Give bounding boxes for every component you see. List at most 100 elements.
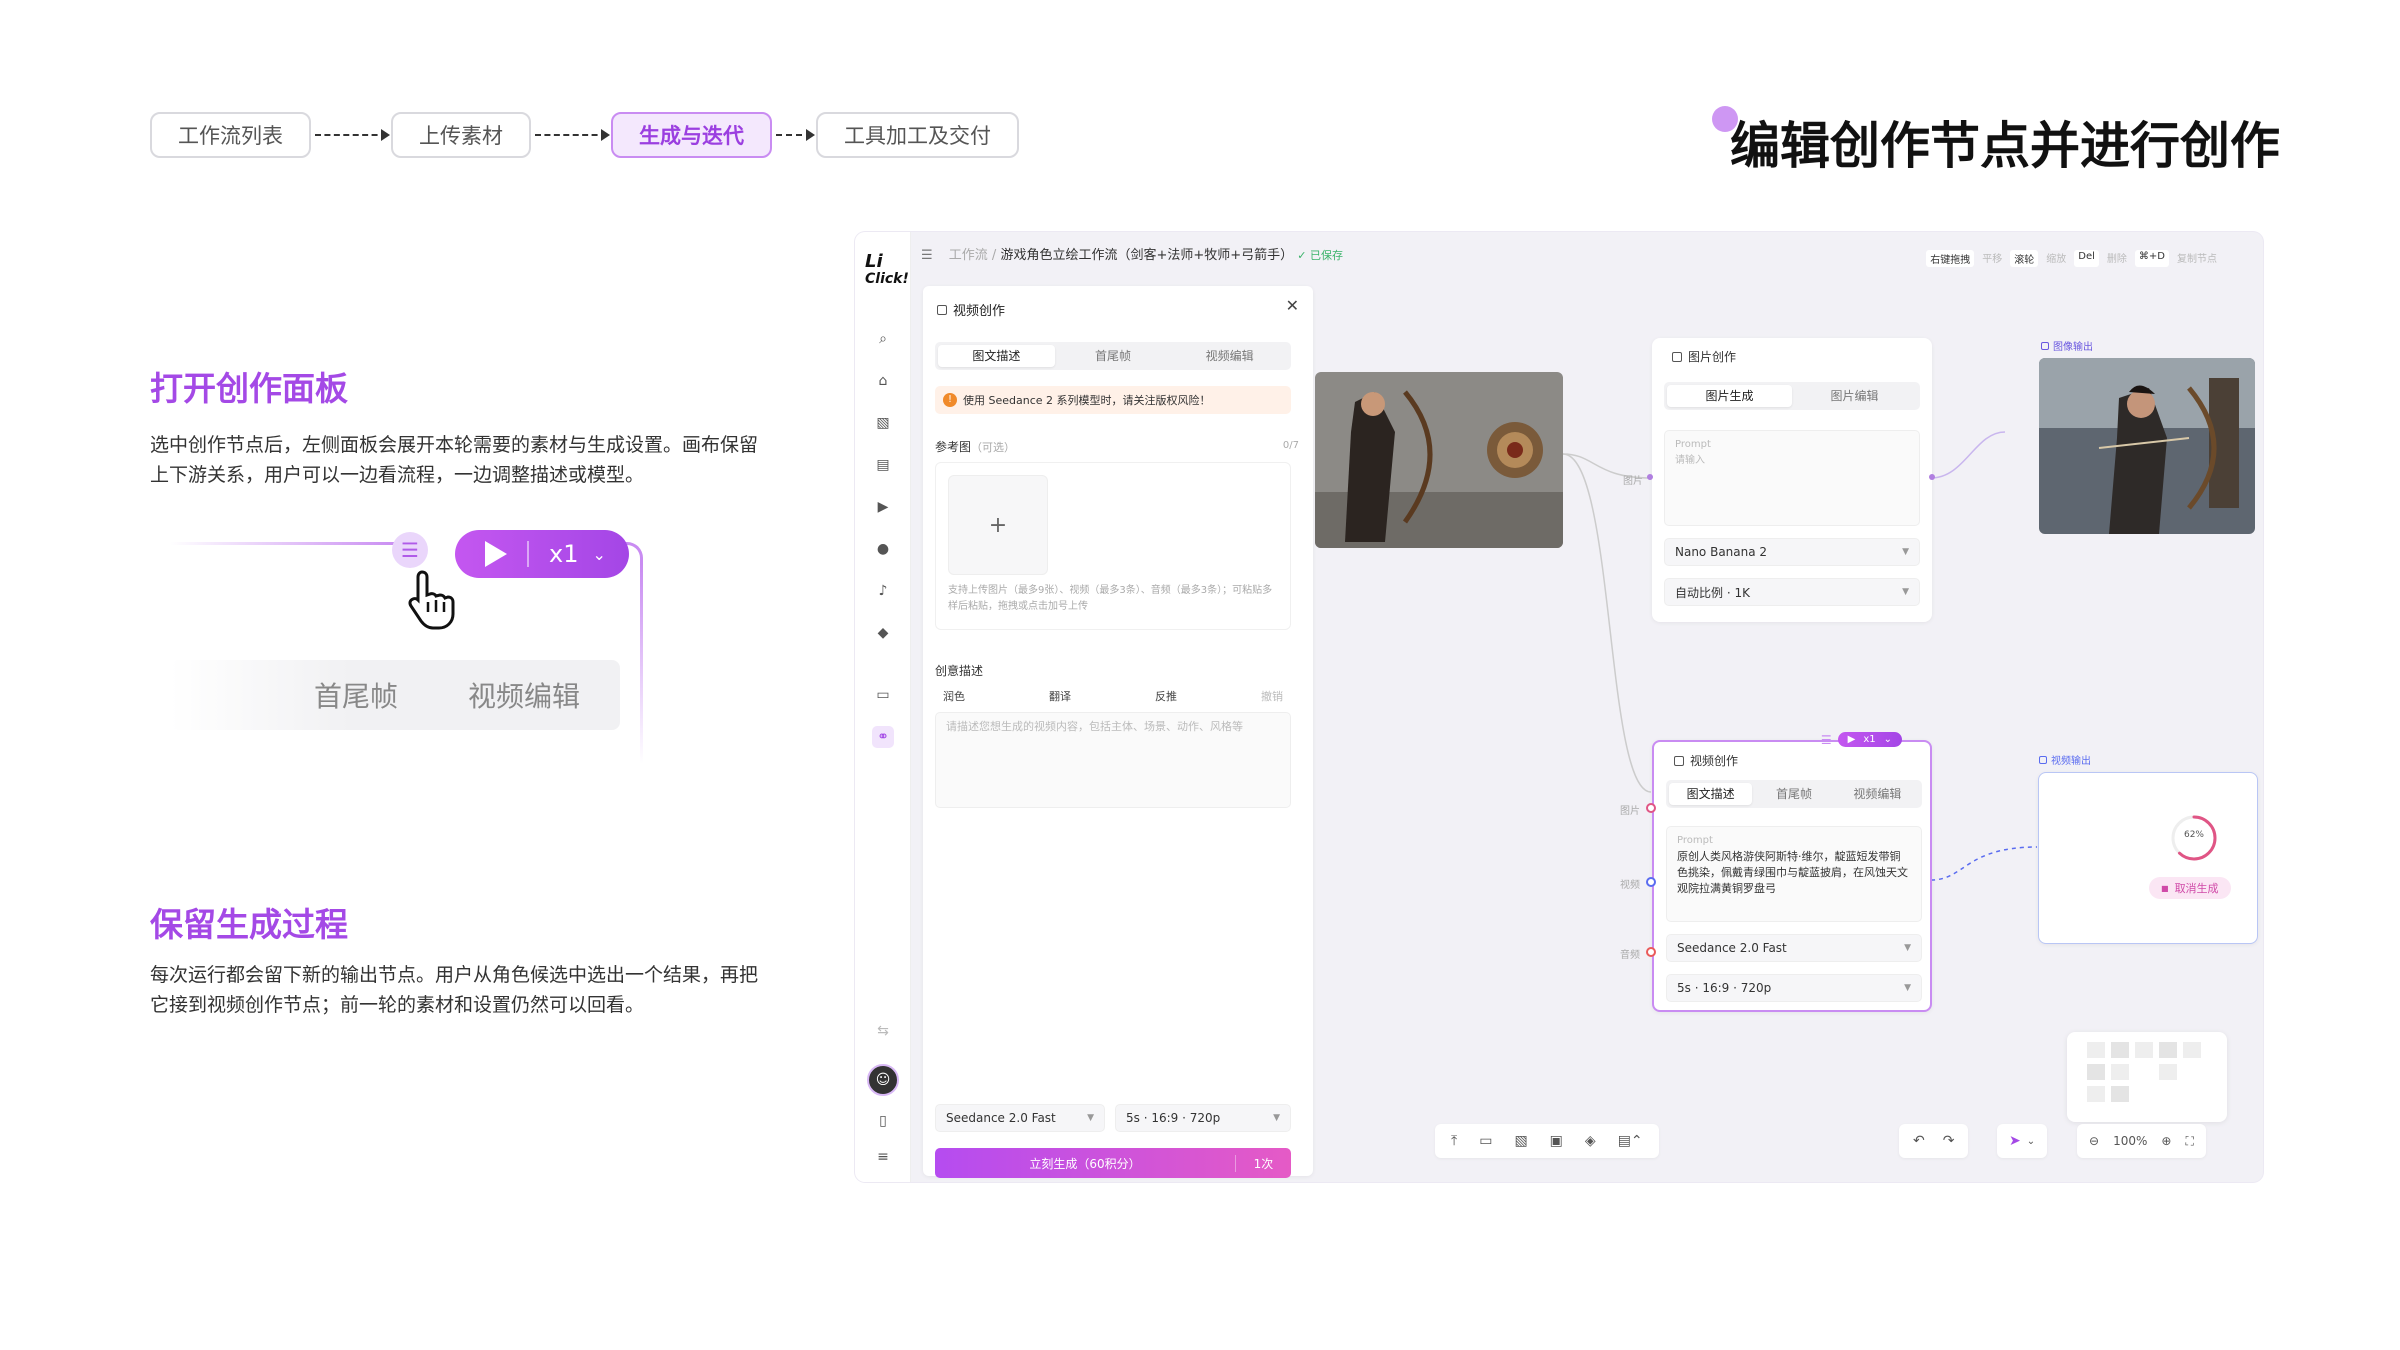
section-body-keep-process: 每次运行都会留下新的输出节点。用户从角色候选中选出一个结果，再把它接到视频创作节… [150,964,759,1016]
image-model-value: Nano Banana 2 [1675,545,1768,559]
demo-tabs: 首尾帧 视频编辑 [170,660,620,730]
cancel-generate-button[interactable]: ■ 取消生成 [2149,877,2231,899]
step-arrow [535,129,610,141]
image-output-icon [2041,341,2049,350]
step-workflow-list[interactable]: 工作流列表 [150,112,311,158]
fit-screen-icon[interactable]: ⛶ [2185,1134,2193,1149]
image-ratio-select[interactable]: 自动比例 · 1K ▼ [1664,578,1920,606]
demo-run-pill[interactable]: x1 ⌄ [455,530,629,578]
folder-icon[interactable]: ▭ [1479,1133,1492,1149]
pointer-toolbar: ➤ ⌄ [1997,1124,2048,1158]
zoom-level[interactable]: 100% [2113,1134,2147,1148]
video-model-value: Seedance 2.0 Fast [1677,941,1787,955]
page-title: 编辑创作节点并进行创作 [1730,117,2280,175]
demo-connector [170,542,400,545]
output-character-image[interactable] [2039,358,2255,534]
video-spec-select[interactable]: 5s · 16:9 · 720p ▼ [1666,974,1922,1002]
tab-text-desc[interactable]: 图文描述 [1669,783,1753,805]
input-character-image[interactable] [1315,372,1563,548]
image-node-add-icon[interactable]: ▧ [1514,1133,1527,1149]
video-output-header: 视频输出 [2039,752,2091,767]
workflow-stepper: 工作流列表 上传素材 生成与迭代 工具加工及交付 [150,112,1019,158]
node-title: 图片创作 [1688,350,1737,364]
input-port[interactable] [1647,474,1653,480]
step-arrow [776,129,815,141]
step-generate[interactable]: 生成与迭代 [611,112,772,158]
image-model-select[interactable]: Nano Banana 2 ▼ [1664,538,1920,566]
node-run-controls: ☰ ▶ x1 ⌄ [1821,732,1902,747]
port-label-video: 视频 [1620,880,1640,891]
undo-icon[interactable]: ↶ [1913,1133,1925,1149]
node-header: 图片创作 [1672,348,1736,365]
tab-image-edit[interactable]: 图片编辑 [1792,385,1917,407]
video-model-select[interactable]: Seedance 2.0 Fast ▼ [1666,934,1922,962]
chevron-down-icon: ▼ [1902,587,1909,597]
run-count: x1 [1863,734,1876,745]
section-title-keep-process: 保留生成过程 [150,905,348,944]
more-tools-icon[interactable]: ▤⌃ [1618,1133,1643,1149]
prompt-label: Prompt [1675,439,1711,450]
video-output-label: 视频输出 [2051,756,2091,767]
zoom-out-icon[interactable]: ⊖ [2089,1134,2099,1148]
image-ratio-value: 自动比例 · 1K [1675,585,1750,600]
progress-text: 62% [2183,830,2204,840]
app-window: Li Click! ⌕ ⌂ ▧ ▤ ▶ ● ♪ ◆ ▭ ⚭ ⇆ ☺ ▯ ≡ ☰ 工… [855,232,2263,1182]
step-upload[interactable]: 上传素材 [391,112,531,158]
stop-icon: ■ [2161,883,2169,893]
image-node-tabs: 图片生成 图片编辑 [1664,382,1920,410]
minimap-content [2087,1042,2201,1102]
zoom-in-icon[interactable]: ⊕ [2161,1134,2171,1148]
demo-illustration: 首尾帧 视频编辑 ☰ x1 ⌄ [170,520,670,764]
node-title: 视频创作 [1690,754,1739,768]
prompt-placeholder: 请输入 [1675,455,1705,466]
port-label-audio: 音频 [1620,950,1640,961]
chevron-down-icon[interactable]: ⌄ [2027,1136,2035,1147]
port-label-image: 图片 [1620,806,1640,817]
prompt-label: Prompt [1677,835,1713,846]
canvas-toolbar: ⤒ ▭ ▧ ▣ ◈ ▤⌃ [1435,1124,1659,1158]
video-node-add-icon[interactable]: ▣ [1550,1133,1563,1149]
chevron-down-icon: ▼ [1904,943,1911,953]
tab-video-edit[interactable]: 视频编辑 [1836,783,1919,805]
demo-connector-vertical [640,564,643,764]
video-spec-value: 5s · 16:9 · 720p [1677,981,1772,995]
output-port[interactable] [1929,474,1935,480]
image-input-port[interactable] [1646,803,1656,813]
video-prompt-input[interactable]: Prompt 原创人类风格游侠阿斯特·维尔，靛蓝短发带铜色挑染，佩戴青绿围巾与靛… [1666,826,1922,922]
pointer-icon[interactable]: ➤ [2009,1133,2021,1149]
zoom-toolbar: ⊖ 100% ⊕ ⛶ [2077,1124,2206,1158]
video-output-icon [2039,755,2047,764]
minimap[interactable] [2067,1032,2227,1122]
image-prompt-input[interactable]: Prompt 请输入 [1664,430,1920,526]
prompt-text: 原创人类风格游侠阿斯特·维尔，靛蓝短发带铜色挑染，佩戴青绿围巾与靛蓝披肩，在风蚀… [1677,850,1908,895]
cancel-label: 取消生成 [2174,882,2219,895]
history-toolbar: ↶ ↷ [1899,1124,1969,1158]
hand-cursor-icon [406,568,458,644]
video-node-tabs: 图文描述 首尾帧 视频编辑 [1666,780,1922,808]
upload-icon[interactable]: ⤒ [1451,1133,1457,1149]
tab-image-generate[interactable]: 图片生成 [1667,385,1792,407]
image-creation-node[interactable]: 图片创作 图片生成 图片编辑 Prompt 请输入 Nano Banana 2 ▼… [1652,338,1932,622]
demo-count: x1 [549,540,579,568]
divider [527,541,529,567]
chevron-down-icon: ▼ [1902,547,1909,557]
video-creation-node[interactable]: 视频创作 ☰ ▶ x1 ⌄ 图文描述 首尾帧 视频编辑 Prompt 原创人类风格游… [1652,732,1932,1012]
demo-tab-first-last: 首尾帧 [313,680,398,713]
cube-icon[interactable]: ◈ [1585,1133,1596,1149]
tab-first-last[interactable]: 首尾帧 [1752,783,1835,805]
image-node-icon [1672,351,1682,362]
list-icon[interactable]: ☰ [392,532,428,568]
video-node-icon [1674,755,1684,766]
video-input-port[interactable] [1646,877,1656,887]
video-output-node[interactable]: 62% ■ 取消生成 [2038,772,2258,944]
section-title-open-panel: 打开创作面板 [150,369,348,408]
audio-input-port[interactable] [1646,947,1656,957]
image-output-header: 图像输出 [2041,338,2093,353]
demo-tab-video-edit: 视频编辑 [467,680,580,713]
edge [1562,453,1652,793]
redo-icon[interactable]: ↷ [1943,1133,1955,1149]
step-deliver[interactable]: 工具加工及交付 [816,112,1019,158]
list-icon[interactable]: ☰ [1821,733,1832,747]
run-pill[interactable]: ▶ x1 ⌄ [1837,732,1902,747]
edge [1930,846,2038,881]
